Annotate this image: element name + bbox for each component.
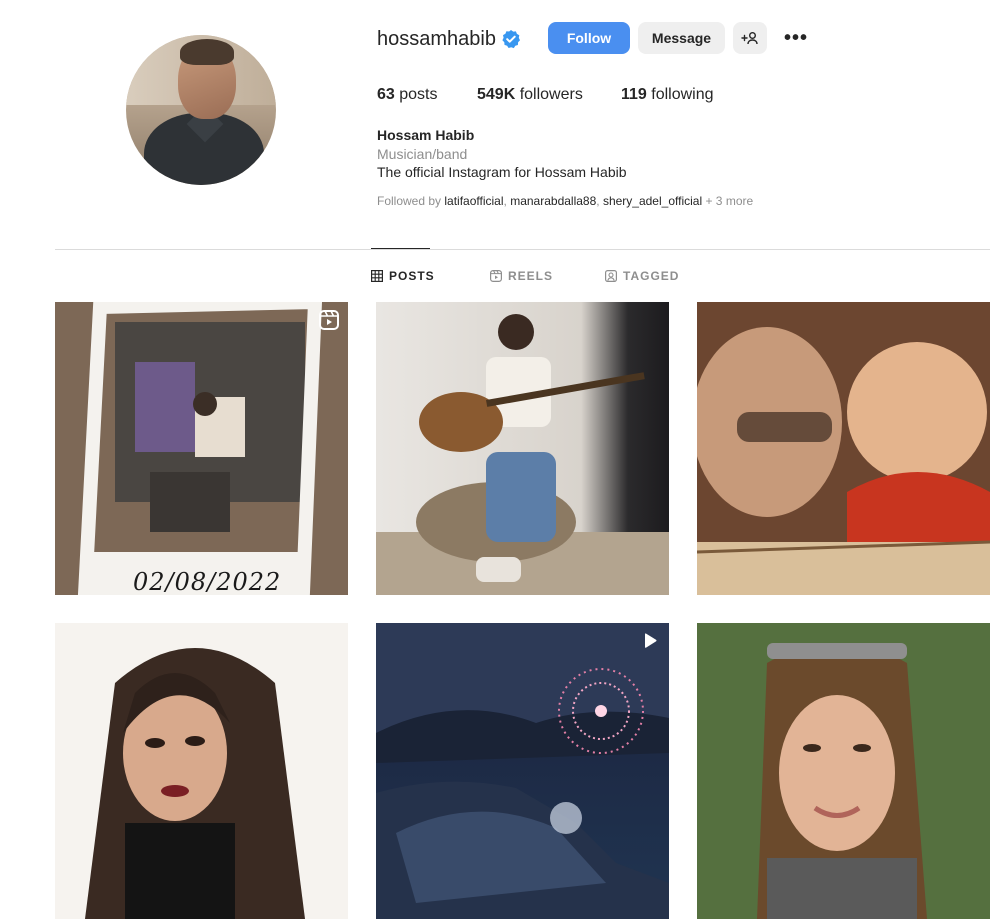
following-link[interactable]: 119 following [621, 86, 714, 104]
followed-by-account[interactable]: shery_adel_official [603, 194, 702, 208]
post-tile[interactable] [376, 302, 669, 595]
tabs-divider [55, 249, 990, 250]
profile-username: hossamhabib [377, 28, 496, 50]
tab-reels[interactable]: REELS [490, 269, 553, 283]
suggest-accounts-button[interactable] [733, 22, 767, 54]
followers-link[interactable]: 549K followers [477, 86, 583, 104]
play-icon [645, 633, 657, 648]
post-tile[interactable] [376, 623, 669, 919]
follow-button[interactable]: Follow [548, 22, 630, 54]
more-options-icon[interactable]: ••• [783, 27, 809, 49]
post-tile[interactable] [697, 302, 990, 595]
profile-full-name: Hossam Habib [377, 127, 475, 143]
followed-by-account[interactable]: latifaofficial [444, 194, 503, 208]
post-image [55, 302, 348, 595]
profile-avatar[interactable] [126, 35, 276, 185]
post-date-caption: 02/08/2022 [133, 568, 282, 595]
profile-bio: The official Instagram for Hossam Habib [377, 164, 627, 180]
followed-by[interactable]: Followed by latifaofficial, manarabdalla… [377, 194, 753, 208]
post-image [376, 314, 669, 595]
post-tile[interactable] [697, 623, 990, 919]
profile-category: Musician/band [377, 146, 468, 162]
followed-by-account[interactable]: manarabdalla88 [510, 194, 596, 208]
post-tile[interactable] [55, 623, 348, 919]
posts-count: 63 posts [377, 86, 438, 103]
post-image [697, 302, 990, 595]
tab-tagged[interactable]: TAGGED [605, 269, 679, 283]
verified-badge-icon [502, 30, 520, 49]
post-tile[interactable]: 02/08/2022 [55, 302, 348, 595]
reels-icon [490, 270, 502, 282]
active-tab-indicator [371, 248, 430, 249]
message-button[interactable]: Message [638, 22, 725, 54]
post-image [376, 623, 669, 919]
tab-posts[interactable]: POSTS [371, 269, 435, 283]
add-user-icon [741, 32, 758, 45]
grid-icon [371, 270, 383, 282]
post-image [85, 648, 305, 919]
tagged-icon [605, 270, 617, 282]
reels-icon [319, 310, 339, 330]
post-image [697, 623, 990, 919]
